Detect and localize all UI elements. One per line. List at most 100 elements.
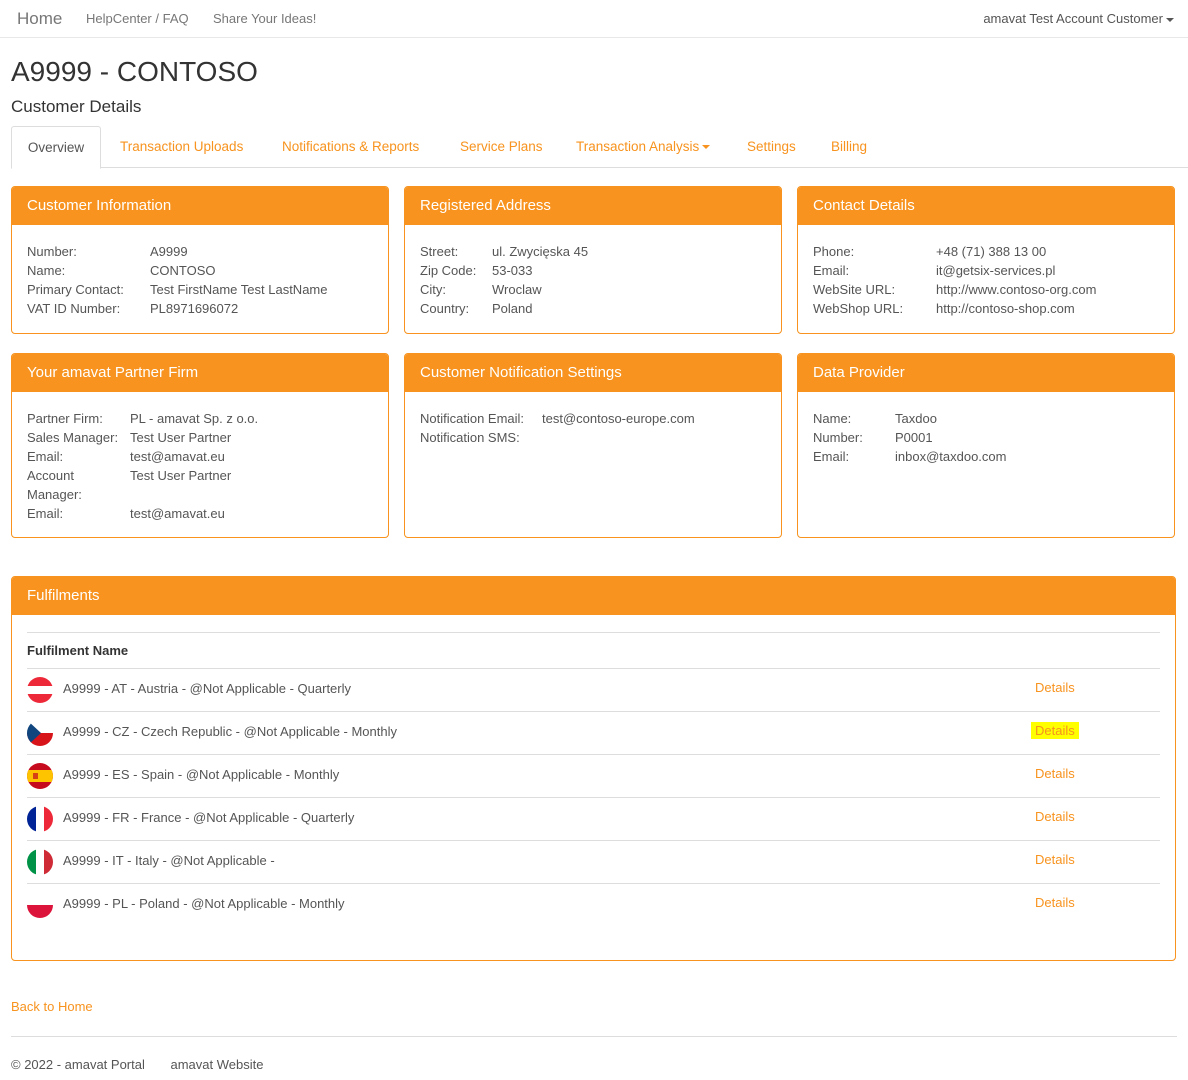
user-name: amavat Test Account Customer — [983, 11, 1163, 26]
tab-service-plans[interactable]: Service Plans — [460, 126, 543, 168]
italy-flag-icon — [27, 849, 53, 875]
field-label: Notification SMS: — [420, 430, 520, 445]
details-link[interactable]: Details — [1031, 765, 1079, 782]
caret-down-icon — [702, 145, 711, 150]
table-row: A9999 - FR - France - @Not Applicable - … — [27, 798, 1160, 841]
partner-firm-panel: Your amavat Partner Firm Partner Firm: PL… — [11, 353, 389, 538]
poland-flag-icon — [27, 892, 53, 918]
field-value: http://www.contoso-org.com — [936, 282, 1097, 297]
tab-settings[interactable]: Settings — [747, 126, 796, 168]
fulfilment-name: A9999 - ES - Spain - @Not Applicable - M… — [63, 767, 340, 782]
field-label: WebSite URL: — [813, 282, 896, 297]
fulfilment-name: A9999 - IT - Italy - @Not Applicable - — [63, 853, 275, 868]
field-label: Email: — [27, 449, 64, 464]
table-row: A9999 - ES - Spain - @Not Applicable - M… — [27, 755, 1160, 798]
field-label: Country: — [420, 301, 470, 316]
panel-title: Your amavat Partner Firm — [12, 354, 388, 392]
fulfilments-panel: Fulfilments Fulfilment Name A9999 - AT -… — [11, 576, 1176, 961]
field-label: Sales Manager: — [27, 430, 119, 445]
table-row: A9999 - IT - Italy - @Not Applicable - D… — [27, 841, 1160, 884]
user-menu[interactable]: amavat Test Account Customer — [983, 11, 1174, 26]
notification-settings-panel: Customer Notification Settings Notificat… — [404, 353, 782, 538]
field-label: Number: — [813, 430, 863, 445]
czech-flag-icon — [27, 720, 53, 746]
tab-overview[interactable]: Overview — [11, 126, 101, 169]
fulfilment-name: A9999 - CZ - Czech Republic - @Not Appli… — [63, 724, 398, 739]
field-value: test@amavat.eu — [130, 506, 225, 521]
table-row: A9999 - PL - Poland - @Not Applicable - … — [27, 884, 1160, 927]
tab-bar: Overview Transaction Uploads Notificatio… — [11, 126, 1188, 169]
panel-title: Customer Information — [12, 187, 388, 225]
field-label: Account Manager: — [27, 468, 82, 502]
spain-flag-icon — [27, 763, 53, 789]
panel-title: Data Provider — [798, 354, 1174, 392]
field-label: Phone: — [813, 244, 855, 259]
panel-title: Customer Notification Settings — [405, 354, 781, 392]
field-value: CONTOSO — [150, 263, 216, 278]
tab-transaction-analysis[interactable]: Transaction Analysis — [576, 126, 711, 168]
field-label: Zip Code: — [420, 263, 477, 278]
field-label: Email: — [813, 263, 850, 278]
field-value: it@getsix-services.pl — [936, 263, 1056, 278]
nav-share-ideas-link[interactable]: Share Your Ideas! — [213, 11, 316, 26]
fulfilments-table: Fulfilment Name A9999 - AT - Austria - @… — [27, 632, 1160, 927]
panel-title: Registered Address — [405, 187, 781, 225]
field-value: Wroclaw — [492, 282, 542, 297]
column-header: Fulfilment Name — [27, 633, 1160, 669]
fulfilment-name: A9999 - FR - France - @Not Applicable - … — [63, 810, 355, 825]
details-link[interactable]: Details — [1031, 894, 1079, 911]
page-title: A9999 - CONTOSO — [11, 56, 258, 87]
nav-home-link[interactable]: Home — [17, 9, 62, 29]
field-label: City: — [420, 282, 446, 297]
registered-address-panel: Registered Address Street: ul. Zwycięska … — [404, 186, 782, 334]
back-to-home-link[interactable]: Back to Home — [11, 999, 93, 1014]
field-label: Partner Firm: — [27, 411, 103, 426]
austria-flag-icon — [27, 677, 53, 703]
customer-information-panel: Customer Information Number: A9999 Name: C… — [11, 186, 389, 334]
france-flag-icon — [27, 806, 53, 832]
data-provider-panel: Data Provider Name: Taxdoo Number: P0001 E… — [797, 353, 1175, 538]
field-label: Name: — [813, 411, 852, 426]
page-subtitle: Customer Details — [11, 97, 142, 116]
field-value: Taxdoo — [895, 411, 937, 426]
details-link[interactable]: Details — [1031, 679, 1079, 696]
field-label: Email: — [813, 449, 850, 464]
field-value: PL8971696072 — [150, 301, 239, 316]
caret-down-icon — [1166, 17, 1174, 22]
tab-transaction-uploads[interactable]: Transaction Uploads — [120, 126, 243, 168]
tab-notifications-reports[interactable]: Notifications & Reports — [282, 126, 419, 168]
footer: © 2022 - amavat Portal amavat Website — [11, 1057, 285, 1072]
fulfilment-name: A9999 - AT - Austria - @Not Applicable -… — [63, 681, 352, 696]
field-value: 53-033 — [492, 263, 533, 278]
field-label: WebShop URL: — [813, 301, 904, 316]
field-label: Name: — [27, 263, 66, 278]
details-link[interactable]: Details — [1031, 722, 1079, 739]
top-navbar: Home HelpCenter / FAQ Share Your Ideas! … — [0, 0, 1188, 38]
field-value: +48 (71) 388 13 00 — [936, 244, 1047, 259]
field-label: Street: — [420, 244, 459, 259]
tab-billing[interactable]: Billing — [831, 126, 867, 168]
field-value: ul. Zwycięska 45 — [492, 244, 589, 259]
field-value: http://contoso-shop.com — [936, 301, 1075, 316]
field-value: PL - amavat Sp. z o.o. — [130, 411, 259, 426]
field-value: Test FirstName Test LastName — [150, 282, 328, 297]
footer-website-link[interactable]: amavat Website — [171, 1057, 264, 1072]
field-label: Email: — [27, 506, 64, 521]
table-row: A9999 - CZ - Czech Republic - @Not Appli… — [27, 712, 1160, 755]
table-row: A9999 - AT - Austria - @Not Applicable -… — [27, 669, 1160, 712]
field-value: test@amavat.eu — [130, 449, 225, 464]
field-label: VAT ID Number: — [27, 301, 121, 316]
field-value: Test User Partner — [130, 430, 232, 445]
nav-helpcenter-link[interactable]: HelpCenter / FAQ — [86, 11, 189, 26]
fulfilment-name: A9999 - PL - Poland - @Not Applicable - … — [63, 896, 345, 911]
panel-title: Contact Details — [798, 187, 1174, 225]
contact-details-panel: Contact Details Phone: +48 (71) 388 13 00… — [797, 186, 1175, 334]
panel-title: Fulfilments — [12, 577, 1175, 615]
field-value: P0001 — [895, 430, 933, 445]
field-value: A9999 — [150, 244, 188, 259]
details-link[interactable]: Details — [1031, 808, 1079, 825]
field-value: inbox@taxdoo.com — [895, 449, 1007, 464]
field-value: Poland — [492, 301, 533, 316]
details-link[interactable]: Details — [1031, 851, 1079, 868]
tab-transaction-analysis-label: Transaction Analysis — [576, 139, 700, 154]
